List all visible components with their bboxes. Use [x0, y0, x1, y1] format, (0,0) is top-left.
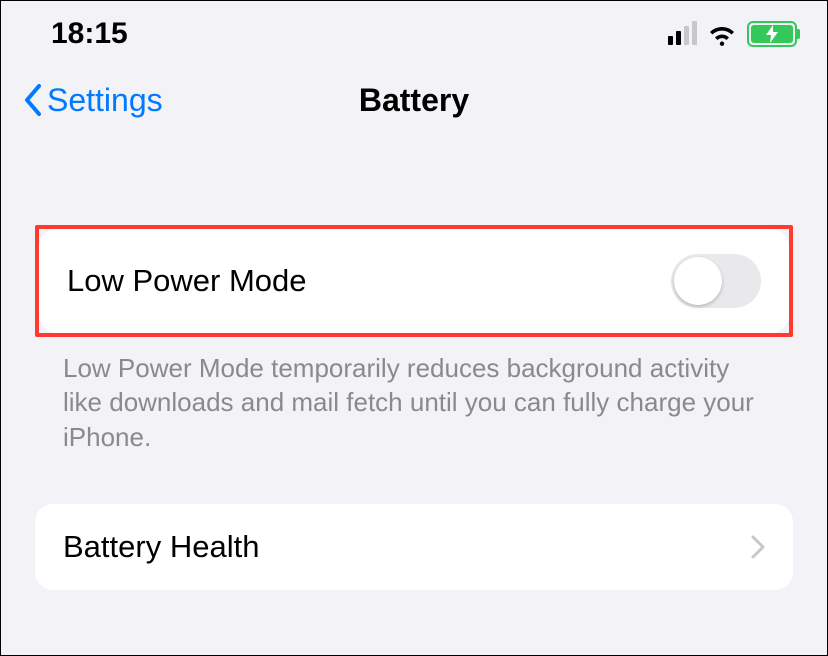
status-bar: 18:15 — [1, 1, 827, 57]
wifi-icon — [707, 22, 737, 46]
highlight-box: Low Power Mode — [35, 225, 793, 337]
toggle-knob — [674, 257, 722, 305]
back-label: Settings — [47, 82, 163, 119]
content: Low Power Mode Low Power Mode temporaril… — [1, 225, 827, 590]
cellular-signal-icon — [668, 23, 697, 45]
status-icons — [668, 21, 797, 47]
chevron-right-icon — [751, 535, 765, 559]
navigation-bar: Settings Battery — [1, 57, 827, 135]
status-time: 18:15 — [51, 17, 128, 51]
back-button[interactable]: Settings — [21, 82, 163, 119]
battery-charging-icon — [747, 21, 797, 47]
page-title: Battery — [359, 82, 469, 119]
chevron-left-icon — [21, 82, 45, 118]
battery-health-row[interactable]: Battery Health — [35, 504, 793, 590]
low-power-mode-toggle[interactable] — [671, 254, 761, 308]
low-power-mode-row[interactable]: Low Power Mode — [39, 229, 789, 333]
low-power-mode-label: Low Power Mode — [67, 263, 307, 299]
battery-health-label: Battery Health — [63, 529, 259, 565]
low-power-mode-description: Low Power Mode temporarily reduces backg… — [35, 351, 793, 454]
